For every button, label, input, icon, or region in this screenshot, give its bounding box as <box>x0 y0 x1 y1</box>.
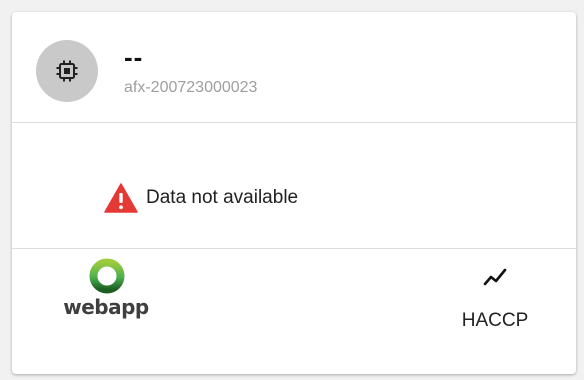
status-text: Data not available <box>146 187 299 208</box>
haccp-link[interactable]: HACCP <box>440 255 550 335</box>
device-name: -- <box>124 42 144 72</box>
webapp-logo-text: webapp <box>63 295 149 319</box>
device-serial: afx-200723000023 <box>124 79 258 96</box>
webapp-logo[interactable]: webapp <box>56 257 166 327</box>
card-header: -- afx-200723000023 <box>12 12 576 122</box>
warning-icon <box>104 183 138 213</box>
chip-icon <box>56 60 78 82</box>
device-card: -- afx-200723000023 Data not available w… <box>12 12 576 374</box>
webapp-ring-icon <box>89 258 125 294</box>
card-body: Data not available <box>12 123 576 248</box>
status-message: Data not available <box>104 183 298 213</box>
trending-icon <box>483 268 507 286</box>
haccp-label: HACCP <box>461 310 529 331</box>
device-avatar[interactable] <box>36 40 98 102</box>
card-footer: webapp HACCP <box>12 249 576 374</box>
